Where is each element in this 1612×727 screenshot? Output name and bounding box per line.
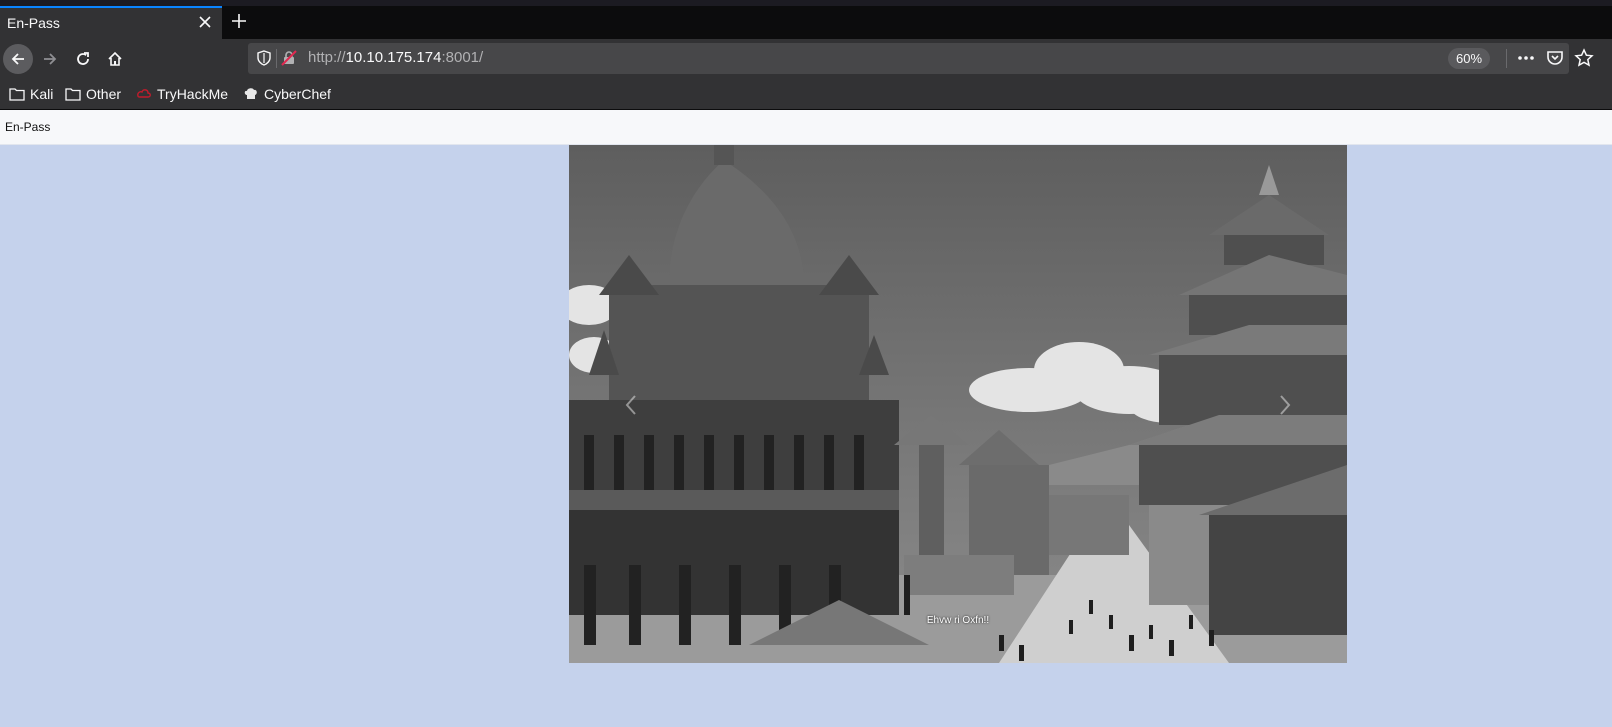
chevron-right-icon [1280, 395, 1291, 415]
carousel-caption: Ehvw ri Oxfn!! [926, 615, 990, 626]
forward-button[interactable] [35, 44, 65, 74]
navigation-toolbar: http://10.10.175.174:8001/ 60% [0, 39, 1612, 79]
url-text[interactable]: http://10.10.175.174:8001/ [308, 49, 483, 66]
bookmark-label: Other [86, 86, 122, 102]
tab-title: En-Pass [7, 15, 60, 31]
tab-bar: En-Pass [0, 6, 1612, 39]
folder-icon [65, 88, 81, 101]
url-scheme: http:// [308, 49, 346, 66]
pocket-icon[interactable] [1546, 49, 1564, 71]
forward-arrow-icon [44, 53, 57, 65]
bookmark-cyberchef[interactable]: CyberChef [243, 84, 331, 104]
tryhackme-icon [137, 89, 151, 98]
zoom-level-button[interactable]: 60% [1448, 48, 1491, 69]
url-host: 10.10.175.174 [345, 49, 442, 66]
bookmark-star-icon[interactable] [1574, 48, 1594, 72]
home-button[interactable] [100, 44, 130, 74]
carousel-image: Ehvw ri Oxfn!! [569, 145, 1347, 663]
home-icon [108, 51, 122, 66]
carousel-next-control[interactable] [1275, 390, 1295, 420]
folder-icon [9, 88, 25, 101]
reload-icon [77, 52, 89, 65]
temple-square-photo [569, 145, 1347, 663]
back-arrow-icon [11, 53, 24, 65]
insecure-connection-lock-icon[interactable] [281, 50, 297, 70]
bookmark-tryhackme[interactable]: TryHackMe [136, 84, 228, 104]
url-port-path: :8001/ [441, 49, 484, 66]
url-separator-2 [1506, 49, 1507, 68]
close-tab-icon[interactable] [196, 13, 214, 31]
chevron-left-icon [625, 395, 636, 415]
new-tab-icon[interactable] [230, 12, 248, 30]
bookmark-label: TryHackMe [157, 86, 229, 102]
bookmarks-toolbar: Kali Other TryHackMe CyberChef [0, 79, 1612, 110]
bookmark-label: CyberChef [264, 86, 331, 102]
site-navbar: En-Pass [0, 110, 1612, 145]
url-separator [276, 49, 277, 68]
url-bar[interactable]: http://10.10.175.174:8001/ 60% [248, 43, 1594, 74]
back-button[interactable] [3, 44, 33, 74]
site-brand[interactable]: En-Pass [5, 120, 50, 134]
carousel-prev-control[interactable] [621, 390, 641, 420]
tracking-protection-shield-icon[interactable] [256, 50, 272, 70]
bookmark-label: Kali [30, 86, 54, 102]
reload-button[interactable] [68, 44, 98, 74]
cyberchef-icon [244, 88, 257, 99]
bookmark-kali[interactable]: Kali [9, 84, 53, 104]
bookmark-other[interactable]: Other [65, 84, 121, 104]
page-viewport: En-Pass Ehvw ri Oxfn!! [0, 110, 1612, 727]
tab-en-pass[interactable]: En-Pass [0, 6, 222, 39]
page-actions-more-icon[interactable] [1516, 49, 1536, 71]
